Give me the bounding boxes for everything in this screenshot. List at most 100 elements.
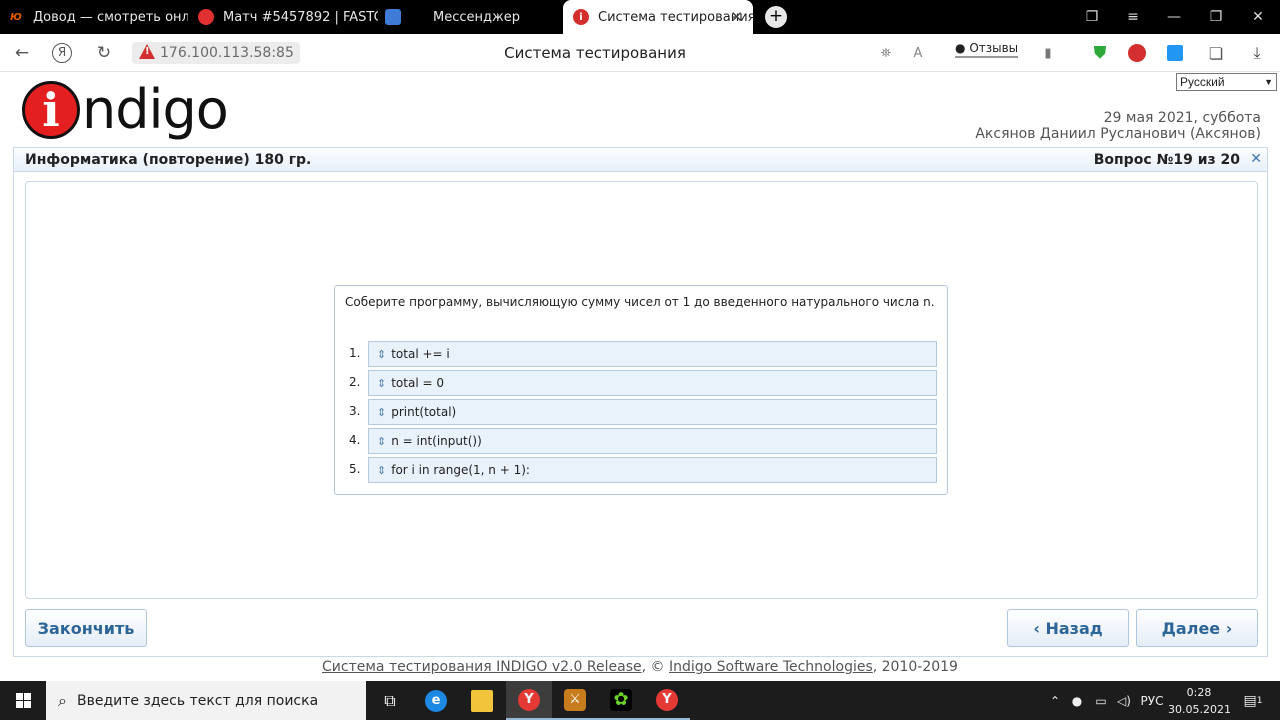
protect-shield-icon[interactable]: ⛊ bbox=[1090, 43, 1110, 63]
drag-handle-icon[interactable]: ⇕ bbox=[377, 348, 386, 361]
list-item: 4. ⇕ n = int(input()) bbox=[345, 428, 939, 454]
finish-button[interactable]: Закончить bbox=[25, 609, 147, 647]
item-number: 1. bbox=[349, 346, 361, 360]
close-window-icon[interactable]: ✕ bbox=[1237, 0, 1279, 34]
messenger-favicon-icon bbox=[385, 9, 401, 25]
chevron-down-icon: ▼ bbox=[1264, 77, 1273, 87]
list-item: 5. ⇕ for i in range(1, n + 1): bbox=[345, 457, 939, 483]
download-icon[interactable]: ⤓ bbox=[1247, 43, 1267, 63]
list-item: 1. ⇕ total += i bbox=[345, 341, 939, 367]
close-test-icon[interactable]: ✕ bbox=[1250, 151, 1262, 167]
page-footer: Система тестирования INDIGO v2.0 Release… bbox=[0, 659, 1280, 675]
sortable-item[interactable]: ⇕ n = int(input()) bbox=[368, 428, 937, 454]
item-number: 2. bbox=[349, 375, 361, 389]
reader-icon[interactable]: A bbox=[908, 43, 928, 63]
sortable-item[interactable]: ⇕ for i in range(1, n + 1): bbox=[368, 457, 937, 483]
volume-icon[interactable]: ◁) bbox=[1114, 681, 1134, 720]
sortable-item[interactable]: ⇕ print(total) bbox=[368, 399, 937, 425]
start-button[interactable] bbox=[0, 681, 46, 720]
tab-dovod[interactable]: Ю Довод — смотреть онлай bbox=[8, 0, 188, 34]
drag-handle-icon[interactable]: ⇕ bbox=[377, 377, 386, 390]
tab-title: Мессенджер bbox=[433, 9, 520, 25]
yandex-browser-icon[interactable]: Y bbox=[506, 681, 552, 720]
course-title: Информатика (повторение) 180 гр. bbox=[25, 152, 312, 168]
sortable-item[interactable]: ⇕ total += i bbox=[368, 341, 937, 367]
back-button[interactable]: ‹ Назад bbox=[1007, 609, 1129, 647]
minimize-icon[interactable]: — bbox=[1153, 0, 1195, 34]
current-date: 29 мая 2021, суббота bbox=[1103, 110, 1261, 126]
test-header: Информатика (повторение) 180 гр. Вопрос … bbox=[14, 148, 1267, 172]
address-bar: ← Я ↻ 176.100.113.58:85 Система тестиров… bbox=[0, 34, 1280, 72]
indigo-logo: i ndigo bbox=[22, 78, 229, 141]
close-tab-icon[interactable]: ✕ bbox=[730, 9, 743, 25]
tab-fastcup[interactable]: Матч #5457892 | FASTCUP bbox=[198, 0, 378, 34]
logo-text: ndigo bbox=[82, 78, 229, 141]
bookmark-icon[interactable]: ▮ bbox=[1038, 43, 1058, 63]
sortable-item[interactable]: ⇕ total = 0 bbox=[368, 370, 937, 396]
search-placeholder: Введите здесь текст для поиска bbox=[76, 692, 319, 709]
item-code: total = 0 bbox=[391, 376, 444, 390]
company-link[interactable]: Indigo Software Technologies bbox=[669, 659, 873, 675]
collections-icon[interactable]: ❏ bbox=[1206, 43, 1226, 63]
drag-handle-icon[interactable]: ⇕ bbox=[377, 464, 386, 477]
dovod-favicon-icon: Ю bbox=[8, 9, 24, 25]
test-frame: Информатика (повторение) 180 гр. Вопрос … bbox=[13, 147, 1268, 657]
new-tab-icon[interactable]: + bbox=[765, 6, 787, 28]
question-text: Соберите программу, вычисляющую сумму чи… bbox=[345, 295, 935, 309]
logo-letter: i bbox=[22, 81, 80, 139]
search-icon: ⌕ bbox=[58, 690, 67, 710]
tab-manager-icon[interactable]: ❐ bbox=[1071, 0, 1113, 34]
user-name: Аксянов Даниил Русланович (Аксянов) bbox=[975, 126, 1261, 142]
list-item: 3. ⇕ print(total) bbox=[345, 399, 939, 425]
microphone-icon[interactable]: ● bbox=[1068, 681, 1086, 720]
drag-handle-icon[interactable]: ⇕ bbox=[377, 406, 386, 419]
windows-logo-icon bbox=[15, 693, 31, 708]
translate-icon[interactable]: ⛯ bbox=[876, 43, 896, 63]
reviews-button[interactable]: ● Отзывы bbox=[955, 41, 1019, 58]
notification-count: 1 bbox=[1256, 695, 1263, 706]
language-select[interactable]: Русский ▼ bbox=[1176, 73, 1277, 91]
notifications-icon[interactable]: ▤ 1 bbox=[1238, 681, 1268, 720]
file-explorer-icon[interactable] bbox=[459, 681, 505, 720]
fastcup-favicon-icon bbox=[198, 9, 214, 25]
clock[interactable]: 0:28 30.05.2021 bbox=[1168, 684, 1231, 718]
game-icon[interactable]: ⚔ bbox=[552, 681, 598, 720]
music-extension-icon[interactable] bbox=[1167, 45, 1183, 61]
network-icon[interactable]: ▭ bbox=[1090, 681, 1112, 720]
edge-icon[interactable]: e bbox=[413, 681, 459, 720]
task-view-icon[interactable]: ⧉ bbox=[367, 681, 413, 720]
windows-taskbar: ⌕ Введите здесь текст для поиска ⧉ e Y ⚔… bbox=[0, 681, 1280, 720]
indigo-favicon-icon: i bbox=[573, 9, 589, 25]
item-number: 3. bbox=[349, 404, 361, 418]
reviews-label: Отзывы bbox=[969, 41, 1019, 55]
list-item: 2. ⇕ total = 0 bbox=[345, 370, 939, 396]
copyright-separator: , © bbox=[641, 659, 669, 675]
chevron-up-icon[interactable]: ⌃ bbox=[1046, 681, 1064, 720]
taskbar-search[interactable]: ⌕ Введите здесь текст для поиска bbox=[46, 681, 366, 720]
item-code: total += i bbox=[391, 347, 450, 361]
system-link[interactable]: Система тестирования INDIGO v2.0 Release bbox=[322, 659, 642, 675]
browser-tabstrip: Ю Довод — смотреть онлай Матч #5457892 |… bbox=[0, 0, 1280, 34]
input-language[interactable]: РУС bbox=[1138, 681, 1166, 720]
restore-icon[interactable]: ❐ bbox=[1195, 0, 1237, 34]
next-button[interactable]: Далее › bbox=[1136, 609, 1258, 647]
app-icon[interactable]: ✿ bbox=[598, 681, 644, 720]
question-box: Соберите программу, вычисляющую сумму чи… bbox=[334, 285, 948, 495]
language-value: Русский bbox=[1180, 75, 1225, 89]
tab-title: Довод — смотреть онлай bbox=[33, 9, 188, 25]
yandex-browser-icon-2[interactable]: Y bbox=[644, 681, 690, 720]
question-counter: Вопрос №19 из 20 bbox=[1093, 152, 1240, 168]
tab-messenger[interactable]: Мессенджер bbox=[385, 0, 555, 34]
item-number: 4. bbox=[349, 433, 361, 447]
tab-testing-system[interactable]: i Система тестирования ✕ bbox=[563, 0, 753, 34]
item-number: 5. bbox=[349, 462, 361, 476]
menu-icon[interactable]: ≡ bbox=[1112, 0, 1154, 34]
footer-years: , 2010-2019 bbox=[872, 659, 958, 675]
item-code: for i in range(1, n + 1): bbox=[391, 463, 530, 477]
clock-time: 0:28 bbox=[1186, 686, 1212, 699]
question-panel: Соберите программу, вычисляющую сумму чи… bbox=[25, 181, 1258, 599]
clock-date: 30.05.2021 bbox=[1168, 703, 1231, 716]
adblock-icon[interactable] bbox=[1128, 44, 1146, 62]
drag-handle-icon[interactable]: ⇕ bbox=[377, 435, 386, 448]
item-code: print(total) bbox=[391, 405, 457, 419]
